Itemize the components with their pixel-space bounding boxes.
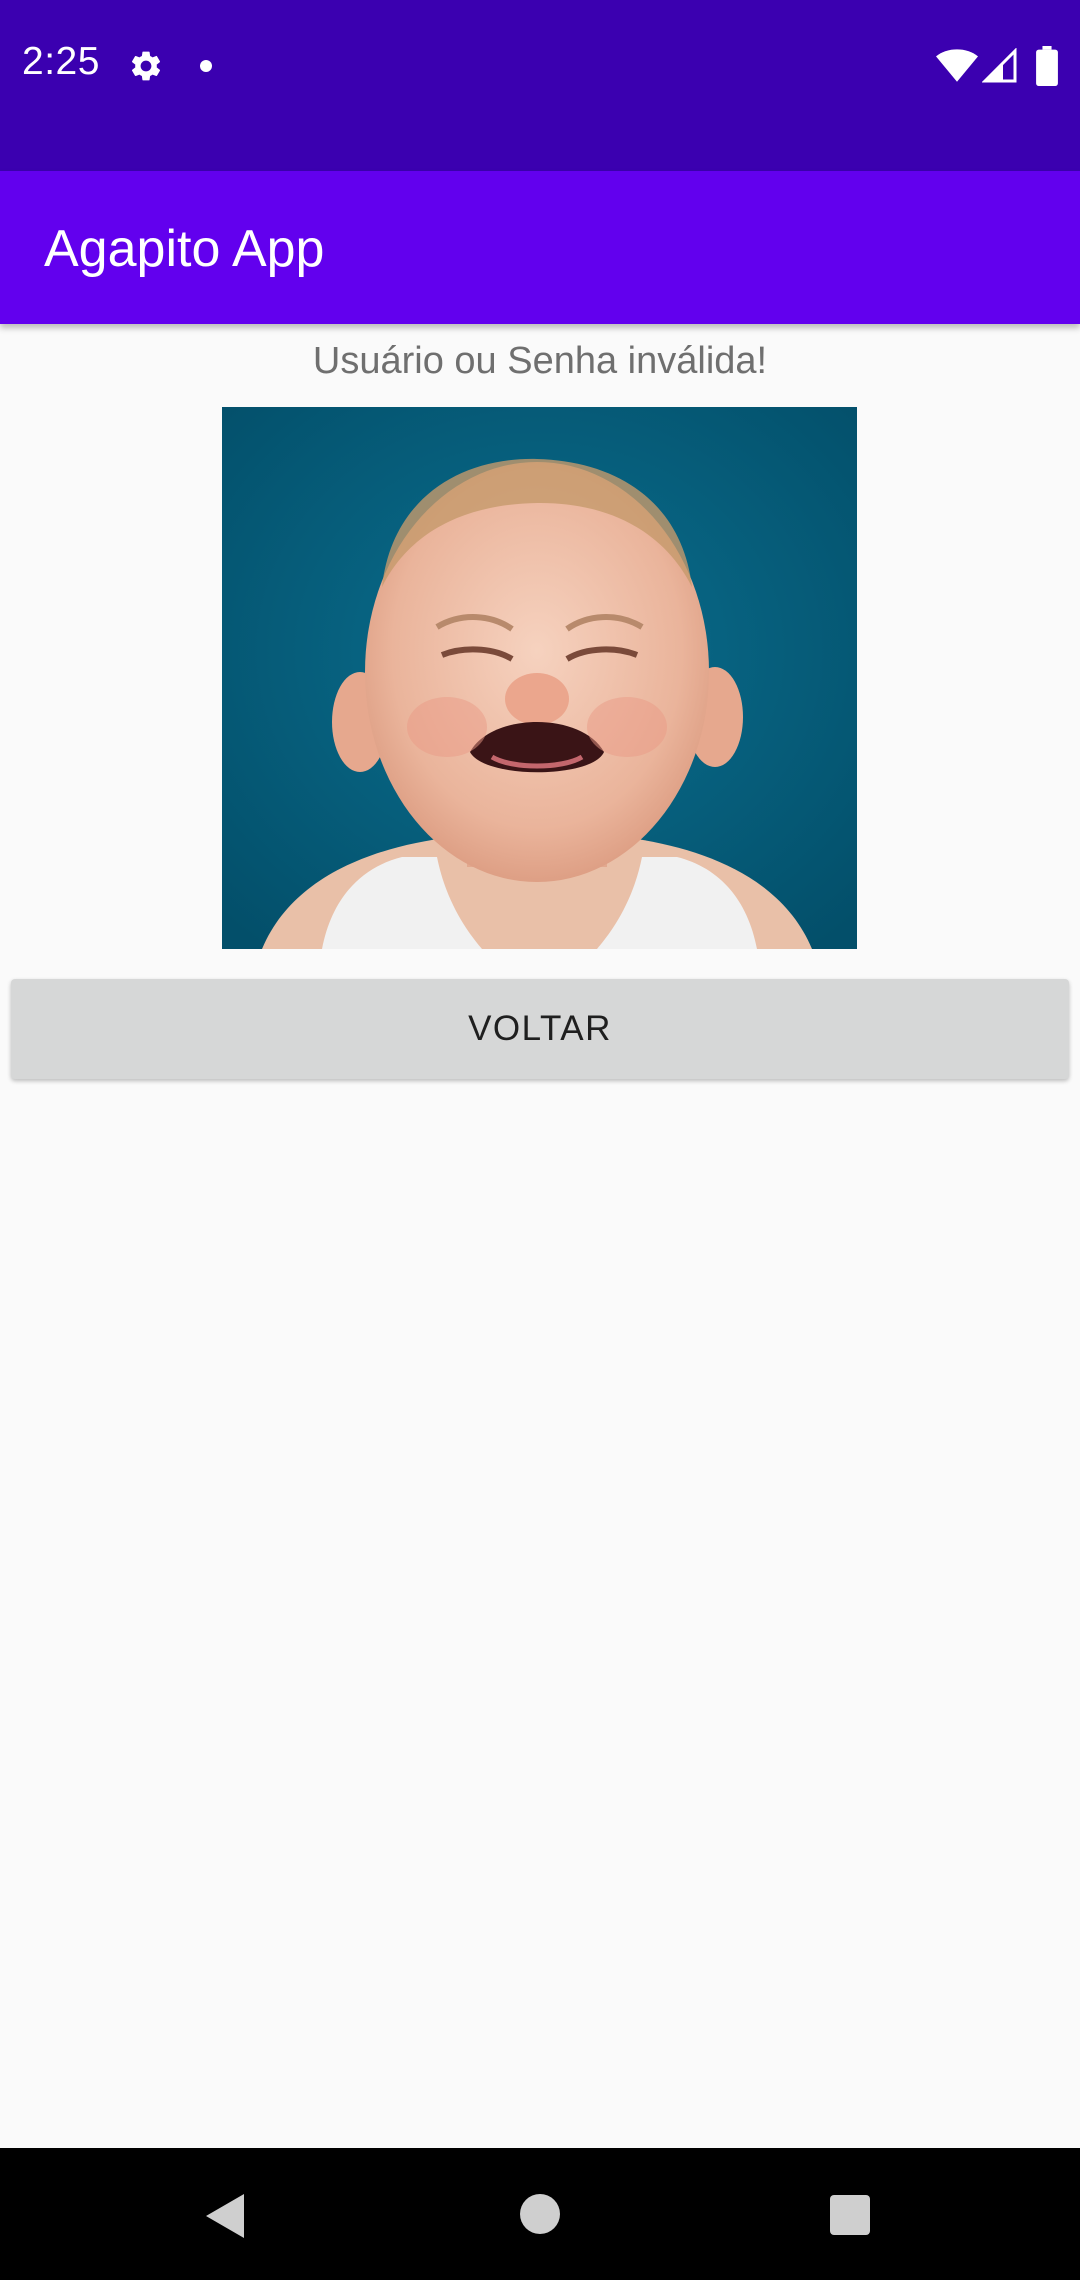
- battery-icon: [1036, 46, 1058, 86]
- wifi-icon: [936, 49, 978, 82]
- status-time: 2:25: [22, 40, 100, 83]
- back-icon[interactable]: [204, 2192, 248, 2240]
- status-bar: 2:25: [0, 0, 1080, 171]
- app-bar: Agapito App: [0, 171, 1080, 324]
- app-title: Agapito App: [44, 220, 325, 278]
- cell-signal-icon: [982, 48, 1017, 83]
- error-message: Usuário ou Senha inválida!: [312, 340, 768, 382]
- screen: 2:25 Agapito App Usuário ou Senha inváli…: [0, 0, 1080, 2280]
- notification-dot-icon: [200, 60, 212, 72]
- recents-icon[interactable]: [830, 2195, 870, 2235]
- voltar-button-label: VOLTAR: [468, 1009, 612, 1048]
- settings-gear-icon: [131, 51, 161, 81]
- navigation-bar: [0, 2148, 1080, 2280]
- crying-baby-photo: [222, 407, 857, 949]
- home-icon[interactable]: [520, 2194, 560, 2234]
- voltar-button[interactable]: VOLTAR: [11, 979, 1069, 1079]
